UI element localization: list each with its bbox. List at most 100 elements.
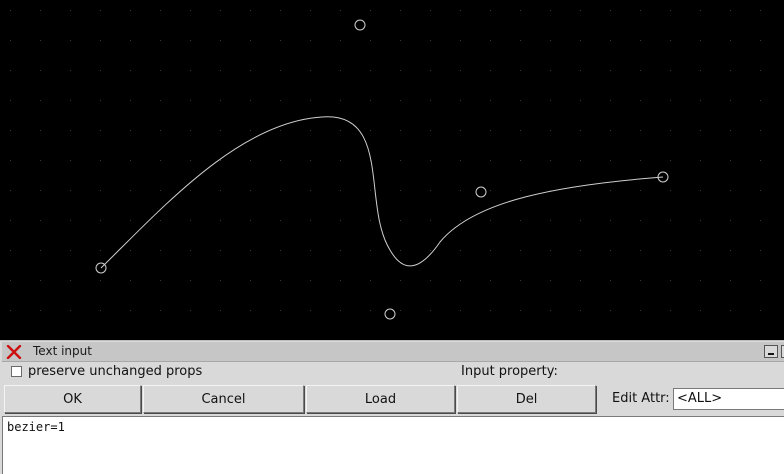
grid-dot <box>70 100 71 101</box>
grid-dot <box>100 130 101 131</box>
grid-dot <box>310 280 311 281</box>
drawing-canvas[interactable] <box>0 0 784 340</box>
grid-dot <box>700 310 701 311</box>
grid-dot <box>430 40 431 41</box>
grid-dot <box>10 190 11 191</box>
grid-dot <box>340 310 341 311</box>
grid-dots <box>10 10 761 311</box>
grid-dot <box>640 130 641 131</box>
grid-dot <box>760 10 761 11</box>
grid-dot <box>340 280 341 281</box>
grid-dot <box>190 220 191 221</box>
grid-dot <box>670 40 671 41</box>
grid-dot <box>610 100 611 101</box>
grid-dot <box>550 250 551 251</box>
grid-dot <box>760 130 761 131</box>
grid-dot <box>250 10 251 11</box>
x-close-icon[interactable] <box>6 345 22 359</box>
grid-dot <box>700 280 701 281</box>
grid-dot <box>40 10 41 11</box>
grid-dot <box>250 310 251 311</box>
grid-dot <box>100 190 101 191</box>
grid-dot <box>580 190 581 191</box>
grid-dot <box>160 190 161 191</box>
grid-dot <box>370 40 371 41</box>
minimize-button[interactable] <box>764 345 778 358</box>
grid-dot <box>280 160 281 161</box>
grid-dot <box>700 130 701 131</box>
grid-dot <box>310 100 311 101</box>
grid-dot <box>580 100 581 101</box>
grid-dot <box>190 160 191 161</box>
preserve-props-label[interactable]: preserve unchanged props <box>28 364 202 379</box>
grid-dot <box>70 70 71 71</box>
grid-dot <box>490 130 491 131</box>
ok-button[interactable]: OK <box>4 385 141 413</box>
grid-dot <box>340 40 341 41</box>
grid-dot <box>250 100 251 101</box>
grid-dot <box>280 100 281 101</box>
grid-dot <box>190 70 191 71</box>
grid-dot <box>460 130 461 131</box>
grid-dot <box>520 250 521 251</box>
control-point-bottom[interactable] <box>384 308 396 320</box>
grid-dot <box>670 280 671 281</box>
grid-dot <box>100 160 101 161</box>
canvas-svg[interactable] <box>0 0 784 340</box>
grid-dot <box>520 40 521 41</box>
grid-dot <box>220 250 221 251</box>
grid-dot <box>130 100 131 101</box>
grid-dot <box>160 220 161 221</box>
grid-dot <box>10 70 11 71</box>
grid-dot <box>670 100 671 101</box>
grid-dot <box>70 40 71 41</box>
grid-dot <box>430 190 431 191</box>
grid-dot <box>280 40 281 41</box>
grid-dot <box>280 250 281 251</box>
cancel-button[interactable]: Cancel <box>143 385 304 413</box>
grid-dot <box>610 40 611 41</box>
grid-dot <box>610 220 611 221</box>
edit-attr-select[interactable]: <ALL> <box>673 388 784 410</box>
grid-dot <box>220 160 221 161</box>
grid-dot <box>370 250 371 251</box>
del-button[interactable]: Del <box>457 385 596 413</box>
grid-dot <box>730 100 731 101</box>
property-text-area[interactable]: bezier=1 <box>2 416 784 474</box>
grid-dot <box>430 310 431 311</box>
grid-dot <box>310 160 311 161</box>
grid-dot <box>310 130 311 131</box>
grid-dot <box>670 130 671 131</box>
grid-dot <box>310 250 311 251</box>
grid-dot <box>130 190 131 191</box>
grid-dot <box>220 70 221 71</box>
grid-dot <box>40 310 41 311</box>
grid-dot <box>640 250 641 251</box>
control-point-top[interactable] <box>354 19 366 31</box>
load-button[interactable]: Load <box>306 385 455 413</box>
grid-dot <box>760 220 761 221</box>
grid-dot <box>550 130 551 131</box>
grid-dot <box>340 100 341 101</box>
preserve-props-checkbox[interactable] <box>11 366 22 377</box>
grid-dot <box>760 70 761 71</box>
grid-dot <box>40 190 41 191</box>
grid-dot <box>220 10 221 11</box>
control-point-middle[interactable] <box>475 186 487 198</box>
grid-dot <box>40 130 41 131</box>
grid-dot <box>160 10 161 11</box>
grid-dot <box>610 160 611 161</box>
grid-dot <box>310 40 311 41</box>
grid-dot <box>430 100 431 101</box>
grid-dot <box>400 130 401 131</box>
grid-dot <box>730 220 731 221</box>
grid-dot <box>760 190 761 191</box>
grid-dot <box>70 190 71 191</box>
grid-dot <box>10 40 11 41</box>
grid-dot <box>460 40 461 41</box>
grid-dot <box>340 70 341 71</box>
dialog-titlebar[interactable]: Text input <box>2 342 784 362</box>
grid-dot <box>730 70 731 71</box>
grid-dot <box>460 280 461 281</box>
bezier-curve[interactable] <box>100 116 664 269</box>
